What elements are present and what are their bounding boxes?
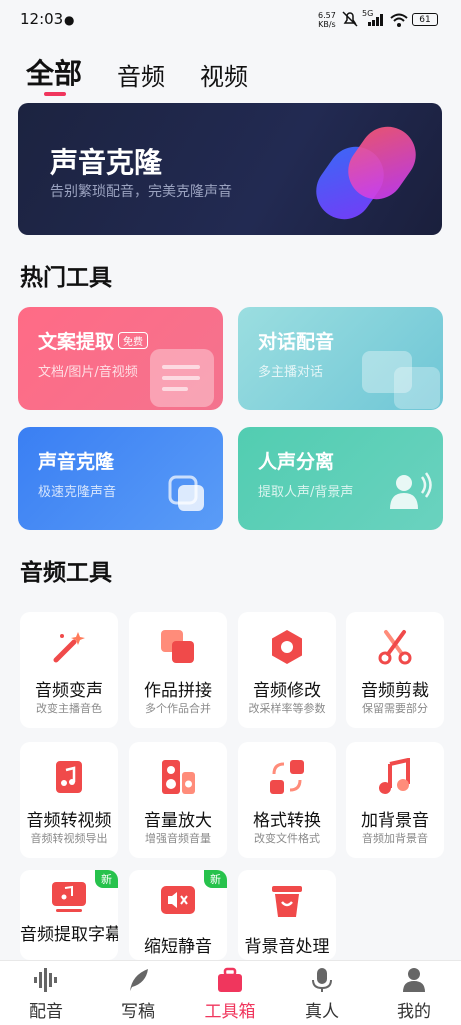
active-tab-indicator bbox=[44, 92, 66, 96]
hot-tool-voice-clone[interactable]: 声音克隆 极速克隆声音 bbox=[18, 427, 223, 530]
signal-icon bbox=[368, 14, 383, 26]
card-subtitle: 提取人声/背景声 bbox=[258, 485, 354, 500]
status-time: 12:03 bbox=[20, 10, 64, 28]
toolbox-icon bbox=[218, 967, 242, 992]
tool-audio-to-video[interactable]: 音频转视频 音频转视频导出 bbox=[20, 742, 118, 858]
tool-shorten-silence[interactable]: 新 缩短静音 bbox=[129, 870, 227, 960]
nav-mine[interactable]: 我的 bbox=[368, 961, 460, 1025]
mute-notification-icon bbox=[342, 11, 358, 27]
nav-toolbox[interactable]: 工具箱 bbox=[184, 961, 276, 1025]
card-subtitle: 多主播对话 bbox=[258, 365, 324, 380]
merge-icon bbox=[161, 630, 194, 663]
card-title: 声音克隆 bbox=[38, 451, 115, 473]
battery-icon: 61 bbox=[412, 13, 438, 26]
free-badge: 免费 bbox=[118, 332, 149, 349]
voice-clone-banner[interactable]: 声音克隆 告别繁琐配音，完美克隆声音 bbox=[18, 103, 442, 235]
hot-tool-dialogue-dub[interactable]: 对话配音 多主播对话 bbox=[238, 307, 443, 410]
new-badge: 新 bbox=[204, 870, 227, 888]
tool-add-background-music[interactable]: 加背景音 音频加背景音 bbox=[346, 742, 444, 858]
hot-tool-text-extract[interactable]: 文案提取 免费 文档/图片/音视频 bbox=[18, 307, 223, 410]
nav-dubbing[interactable]: 配音 bbox=[0, 961, 92, 1025]
mute-icon bbox=[161, 886, 195, 914]
copy-icon bbox=[168, 475, 204, 511]
app-notification-icon: ● bbox=[64, 13, 75, 27]
banner-orb-icon bbox=[316, 126, 416, 220]
tool-voice-change[interactable]: 音频变声 改变主播音色 bbox=[20, 612, 118, 728]
card-subtitle: 极速克隆声音 bbox=[38, 485, 117, 500]
scissors-icon bbox=[378, 630, 412, 665]
feather-icon bbox=[130, 969, 148, 991]
tab-video[interactable]: 视频 bbox=[200, 57, 248, 92]
subtitle-icon bbox=[52, 882, 86, 912]
tool-audio-edit[interactable]: 音频修改 改采样率等参数 bbox=[238, 612, 336, 728]
tool-format-convert[interactable]: 格式转换 改变文件格式 bbox=[238, 742, 336, 858]
tool-audio-trim[interactable]: 音频剪裁 保留需要部分 bbox=[346, 612, 444, 728]
audio-tools-title: 音频工具 bbox=[20, 560, 112, 586]
status-bar: 12:03 ● 6.57 KB/s 5G 61 bbox=[0, 0, 461, 40]
network-rate: 6.57 KB/s bbox=[318, 11, 336, 29]
card-title: 文案提取 bbox=[38, 331, 115, 353]
hot-tools-title: 热门工具 bbox=[20, 265, 112, 291]
chat-bubbles-icon bbox=[362, 351, 440, 409]
tool-background-sound-process[interactable]: 背景音处理 bbox=[238, 870, 336, 960]
card-title: 对话配音 bbox=[258, 331, 335, 353]
card-subtitle: 文档/图片/音视频 bbox=[38, 365, 138, 380]
banner-title: 声音克隆 bbox=[50, 146, 163, 179]
tool-merge[interactable]: 作品拼接 多个作品合并 bbox=[129, 612, 227, 728]
banner-subtitle: 告别繁琐配音，完美克隆声音 bbox=[50, 184, 232, 200]
speaker-icon bbox=[162, 760, 195, 794]
music-note-icon bbox=[379, 758, 410, 794]
tab-all[interactable]: 全部 bbox=[26, 52, 82, 92]
magic-wand-icon bbox=[53, 632, 85, 663]
tool-volume-boost[interactable]: 音量放大 增强音频音量 bbox=[129, 742, 227, 858]
hot-tool-vocal-separation[interactable]: 人声分离 提取人声/背景声 bbox=[238, 427, 443, 530]
tool-extract-subtitles[interactable]: 新 音频提取字幕 bbox=[20, 870, 118, 960]
bucket-icon bbox=[272, 886, 302, 917]
person-voice-icon bbox=[390, 472, 432, 509]
document-icon bbox=[150, 349, 214, 407]
settings-hex-icon bbox=[272, 630, 302, 664]
music-file-icon bbox=[56, 761, 82, 793]
person-icon bbox=[403, 968, 425, 992]
wifi-icon bbox=[390, 13, 408, 27]
waveform-icon bbox=[34, 968, 57, 992]
tab-audio[interactable]: 音频 bbox=[117, 57, 165, 92]
convert-icon bbox=[270, 760, 304, 794]
microphone-icon bbox=[312, 968, 332, 992]
nav-human-voice[interactable]: 真人 bbox=[276, 961, 368, 1025]
nav-write[interactable]: 写稿 bbox=[92, 961, 184, 1025]
bottom-nav: 配音 写稿 工具箱 真人 我的 bbox=[0, 960, 461, 1025]
new-badge: 新 bbox=[95, 870, 118, 888]
card-title: 人声分离 bbox=[258, 451, 335, 473]
